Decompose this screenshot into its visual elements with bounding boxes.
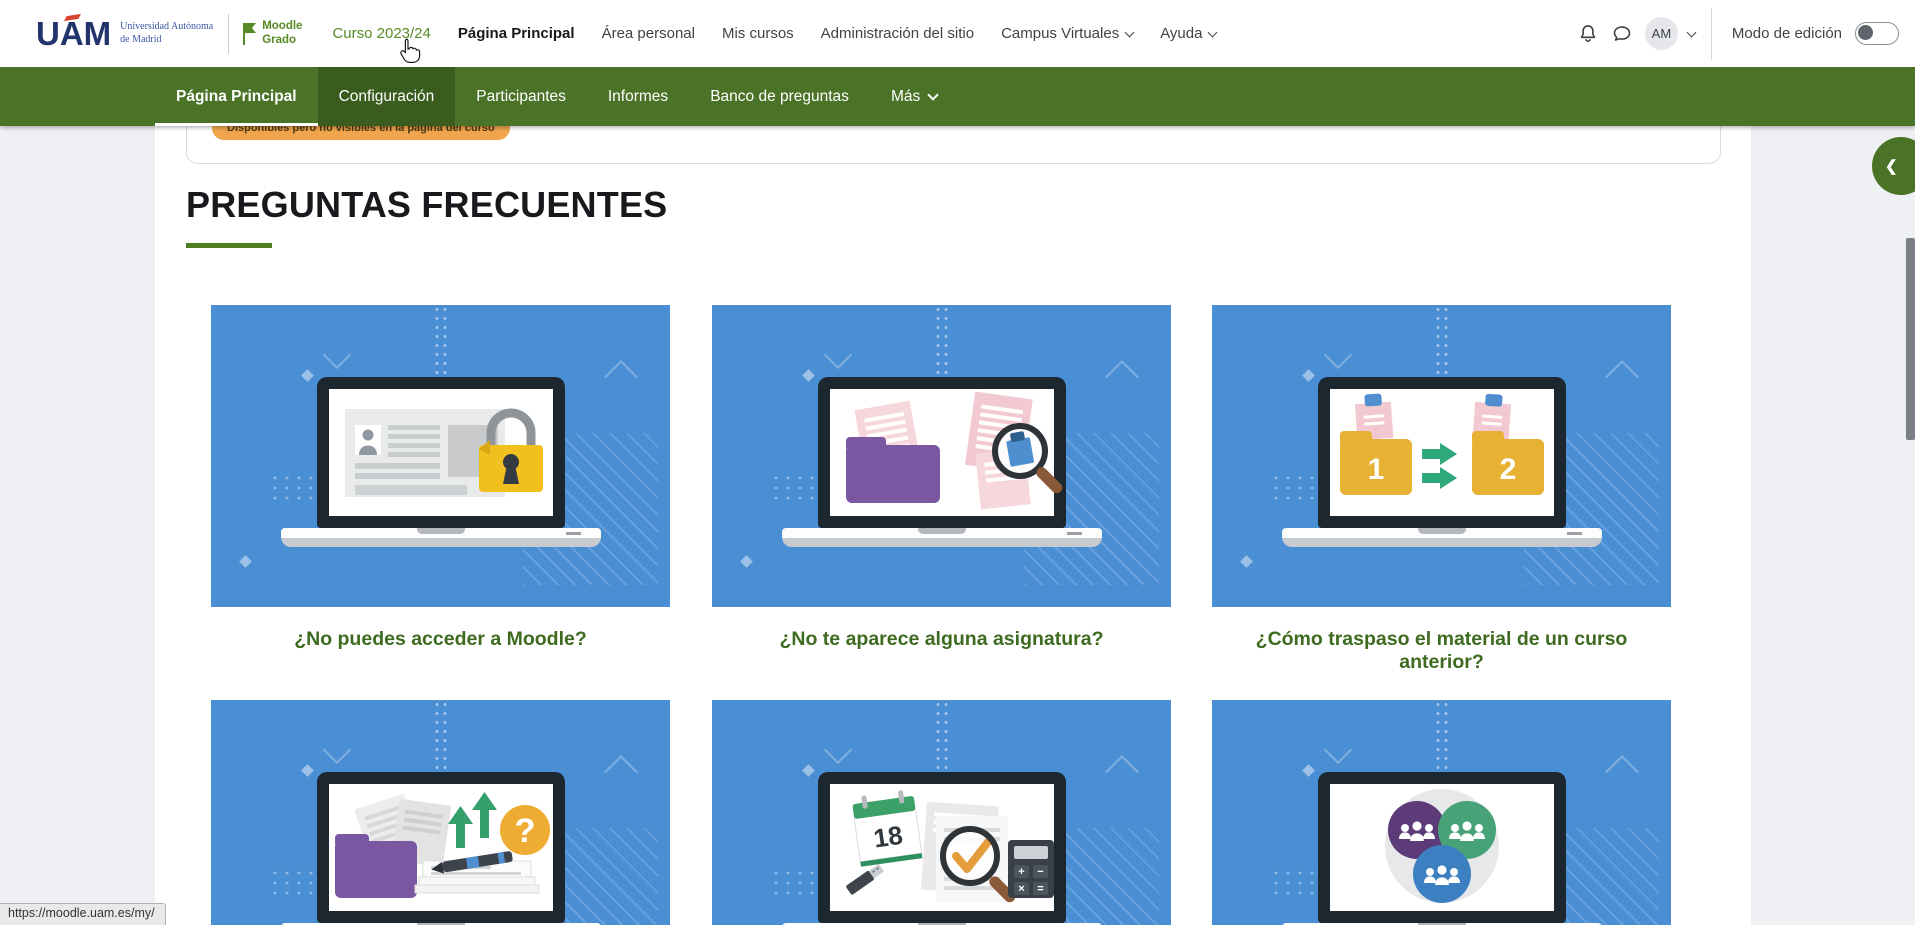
faq-card-access: ¿No puedes acceder a Moodle? — [211, 305, 670, 651]
nav-administracion-del-sitio[interactable]: Administración del sitio — [821, 25, 974, 42]
laptop-illustration: ? — [281, 772, 601, 925]
faq-card-image-link[interactable]: 18 — [712, 700, 1171, 925]
art-folder-magnifier — [830, 389, 1054, 516]
chat-bubble-icon — [1611, 23, 1633, 45]
chevron-down-icon — [1125, 27, 1135, 37]
moodle-grado-logo[interactable]: Moodle Grado — [242, 20, 302, 46]
pennant-icon — [242, 22, 257, 46]
browser-status-url: https://moodle.uam.es/my/ — [0, 903, 166, 925]
svg-text:=: = — [1037, 883, 1043, 895]
course-tab-configuracion[interactable]: Configuración — [318, 67, 456, 126]
laptop-illustration — [1282, 772, 1602, 925]
faq-card-image-link[interactable] — [1212, 700, 1671, 925]
course-tab-pagina-principal[interactable]: Página Principal — [155, 67, 318, 126]
faq-card-image-link[interactable] — [211, 305, 670, 607]
chevron-down-icon — [928, 89, 939, 100]
nav-campus-virtuales[interactable]: Campus Virtuales — [1001, 25, 1133, 42]
svg-text:−: − — [1037, 866, 1043, 878]
laptop-illustration: 18 — [782, 772, 1102, 925]
logo-divider — [228, 14, 229, 54]
title-underline — [186, 243, 272, 248]
course-tab-mas[interactable]: Más — [870, 67, 958, 126]
messages-button[interactable] — [1605, 23, 1639, 45]
faq-card-groups — [1212, 700, 1671, 925]
laptop-illustration: 1 2 — [1282, 377, 1602, 547]
svg-text:+: + — [1018, 866, 1024, 878]
faq-card-missing-course: ¿No te aparece alguna asignatura? — [712, 305, 1171, 651]
uam-logo[interactable]: UAM Universidad Autónoma de Madrid — [36, 17, 213, 50]
art-calendar-review: 18 — [830, 784, 1054, 911]
nav-ayuda[interactable]: Ayuda — [1160, 25, 1216, 42]
header-divider — [1711, 8, 1712, 60]
svg-text:1: 1 — [1367, 453, 1384, 486]
course-nav: Página Principal Configuración Participa… — [0, 67, 1915, 126]
faq-card-title[interactable]: ¿No te aparece alguna asignatura? — [712, 628, 1171, 651]
faq-card-image-link[interactable]: ? — [211, 700, 670, 925]
site-header: UAM Universidad Autónoma de Madrid Moodl… — [0, 0, 1915, 67]
edit-mode-control: Modo de edición — [1732, 22, 1899, 45]
right-gutter — [1751, 126, 1915, 925]
course-tab-participantes[interactable]: Participantes — [455, 67, 587, 126]
art-user-groups — [1330, 784, 1554, 911]
edit-mode-label: Modo de edición — [1732, 25, 1842, 42]
primary-nav: Curso 2023/24 Página Principal Área pers… — [332, 25, 1216, 42]
art-login-padlock — [329, 389, 553, 516]
notifications-button[interactable] — [1571, 23, 1605, 45]
art-upload-question: ? — [329, 784, 553, 911]
faq-card-image-link[interactable]: 1 2 — [1212, 305, 1671, 607]
nav-mis-cursos[interactable]: Mis cursos — [722, 25, 794, 42]
user-menu-chevron-icon[interactable] — [1686, 27, 1696, 37]
faq-card-upload: ? — [211, 700, 670, 925]
laptop-illustration — [782, 377, 1102, 547]
svg-text:18: 18 — [871, 820, 904, 854]
faq-card-image-link[interactable] — [712, 305, 1171, 607]
user-avatar[interactable]: AM — [1645, 17, 1678, 50]
uam-logo-subtitle: Universidad Autónoma de Madrid — [120, 21, 213, 46]
chevron-down-icon — [1208, 27, 1218, 37]
svg-text:?: ? — [514, 812, 535, 850]
uam-logo-acronym: UAM — [36, 17, 111, 50]
nav-area-personal[interactable]: Área personal — [602, 25, 695, 42]
faq-card-title[interactable]: ¿No puedes acceder a Moodle? — [211, 628, 670, 651]
bell-icon — [1577, 23, 1599, 45]
page-title: PREGUNTAS FRECUENTES — [186, 184, 667, 226]
faq-card-title[interactable]: ¿Cómo traspaso el material de un curso a… — [1212, 628, 1671, 674]
vertical-scrollbar-thumb[interactable] — [1906, 238, 1915, 440]
faq-card-dates: 18 — [712, 700, 1171, 925]
moodle-logo-text: Moodle Grado — [262, 20, 302, 46]
course-tab-informes[interactable]: Informes — [587, 67, 689, 126]
nav-pagina-principal[interactable]: Página Principal — [458, 25, 575, 42]
course-tab-banco-de-preguntas[interactable]: Banco de preguntas — [689, 67, 870, 126]
edit-mode-toggle[interactable] — [1855, 22, 1899, 45]
svg-text:2: 2 — [1499, 453, 1516, 486]
laptop-illustration — [281, 377, 601, 547]
svg-text:×: × — [1018, 883, 1024, 895]
art-folder-transfer: 1 2 — [1330, 389, 1554, 516]
nav-curso-2023-24[interactable]: Curso 2023/24 — [332, 25, 430, 42]
header-actions: AM Modo de edición — [1571, 8, 1899, 60]
left-gutter — [0, 126, 155, 925]
faq-card-transfer-material: 1 2 ¿Cómo traspaso el material de un cur… — [1212, 305, 1671, 674]
